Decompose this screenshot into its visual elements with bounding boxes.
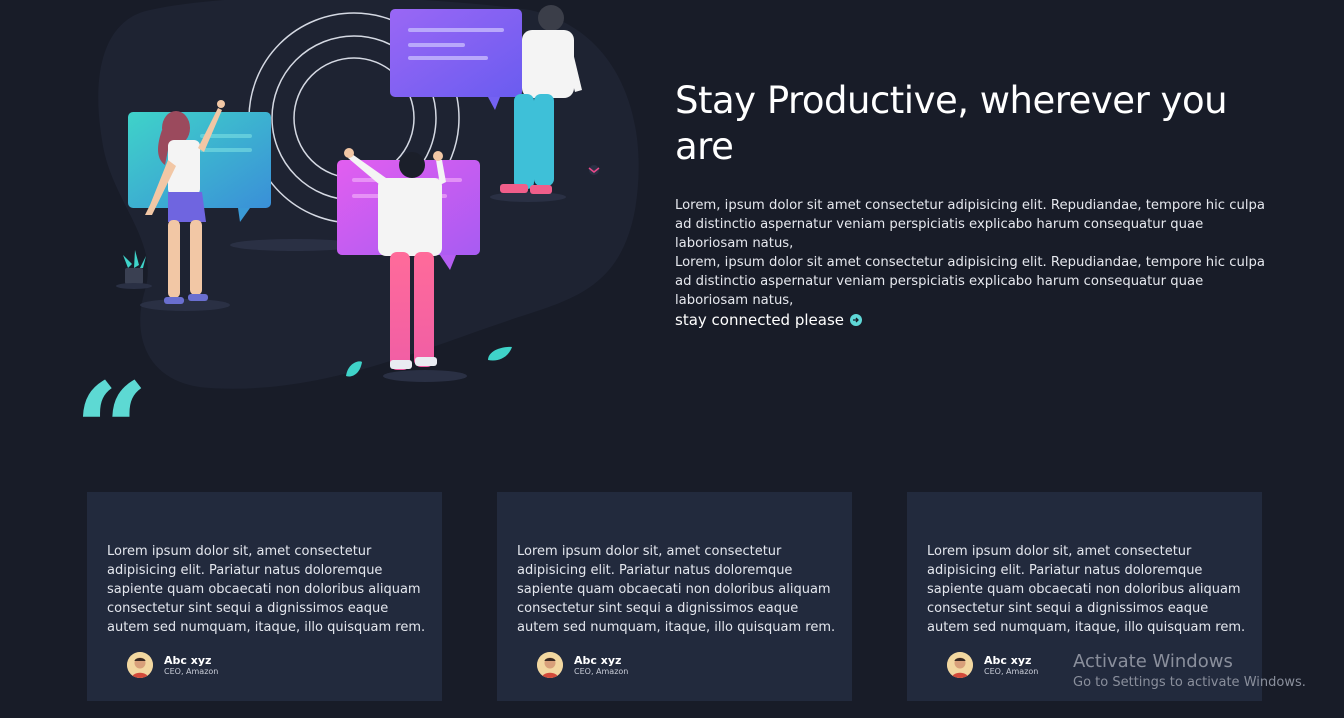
author-role: CEO, Amazon (574, 666, 629, 676)
hero-section: Stay Productive, wherever you are Lorem,… (675, 78, 1275, 330)
watermark-subtitle: Go to Settings to activate Windows. (1073, 675, 1306, 690)
team-collaboration-illustration (90, 0, 650, 395)
testimonial-text: Lorem ipsum dolor sit, amet consectetur … (927, 544, 1246, 635)
testimonial-card: Lorem ipsum dolor sit, amet consectetur … (497, 492, 852, 701)
hero-paragraph: Lorem, ipsum dolor sit amet consectetur … (675, 255, 1265, 308)
cta-label: stay connected please (675, 311, 844, 329)
author-name: Abc xyz (574, 653, 622, 667)
testimonial-text: Lorem ipsum dolor sit, amet consectetur … (517, 544, 836, 635)
avatar (537, 652, 563, 678)
arrow-right-circle-icon (850, 314, 862, 326)
testimonial-author: Abc xyz CEO, Amazon (127, 652, 218, 678)
avatar (127, 652, 153, 678)
author-name: Abc xyz (164, 653, 212, 667)
testimonial-author: Abc xyz CEO, Amazon (947, 652, 1038, 678)
page-title: Stay Productive, wherever you are (675, 79, 1228, 168)
activate-windows-watermark: Activate Windows Go to Settings to activ… (1073, 651, 1306, 692)
quote-icon: “ (74, 354, 149, 507)
testimonial-card: Lorem ipsum dolor sit, amet consectetur … (87, 492, 442, 701)
testimonial-text: Lorem ipsum dolor sit, amet consectetur … (107, 544, 426, 635)
testimonial-author: Abc xyz CEO, Amazon (537, 652, 628, 678)
author-role: CEO, Amazon (164, 666, 219, 676)
author-name: Abc xyz (984, 653, 1032, 667)
watermark-title: Activate Windows (1073, 651, 1233, 672)
stay-connected-link[interactable]: stay connected please (675, 311, 862, 329)
avatar (947, 652, 973, 678)
hero-paragraph: Lorem, ipsum dolor sit amet consectetur … (675, 198, 1265, 251)
author-role: CEO, Amazon (984, 666, 1039, 676)
